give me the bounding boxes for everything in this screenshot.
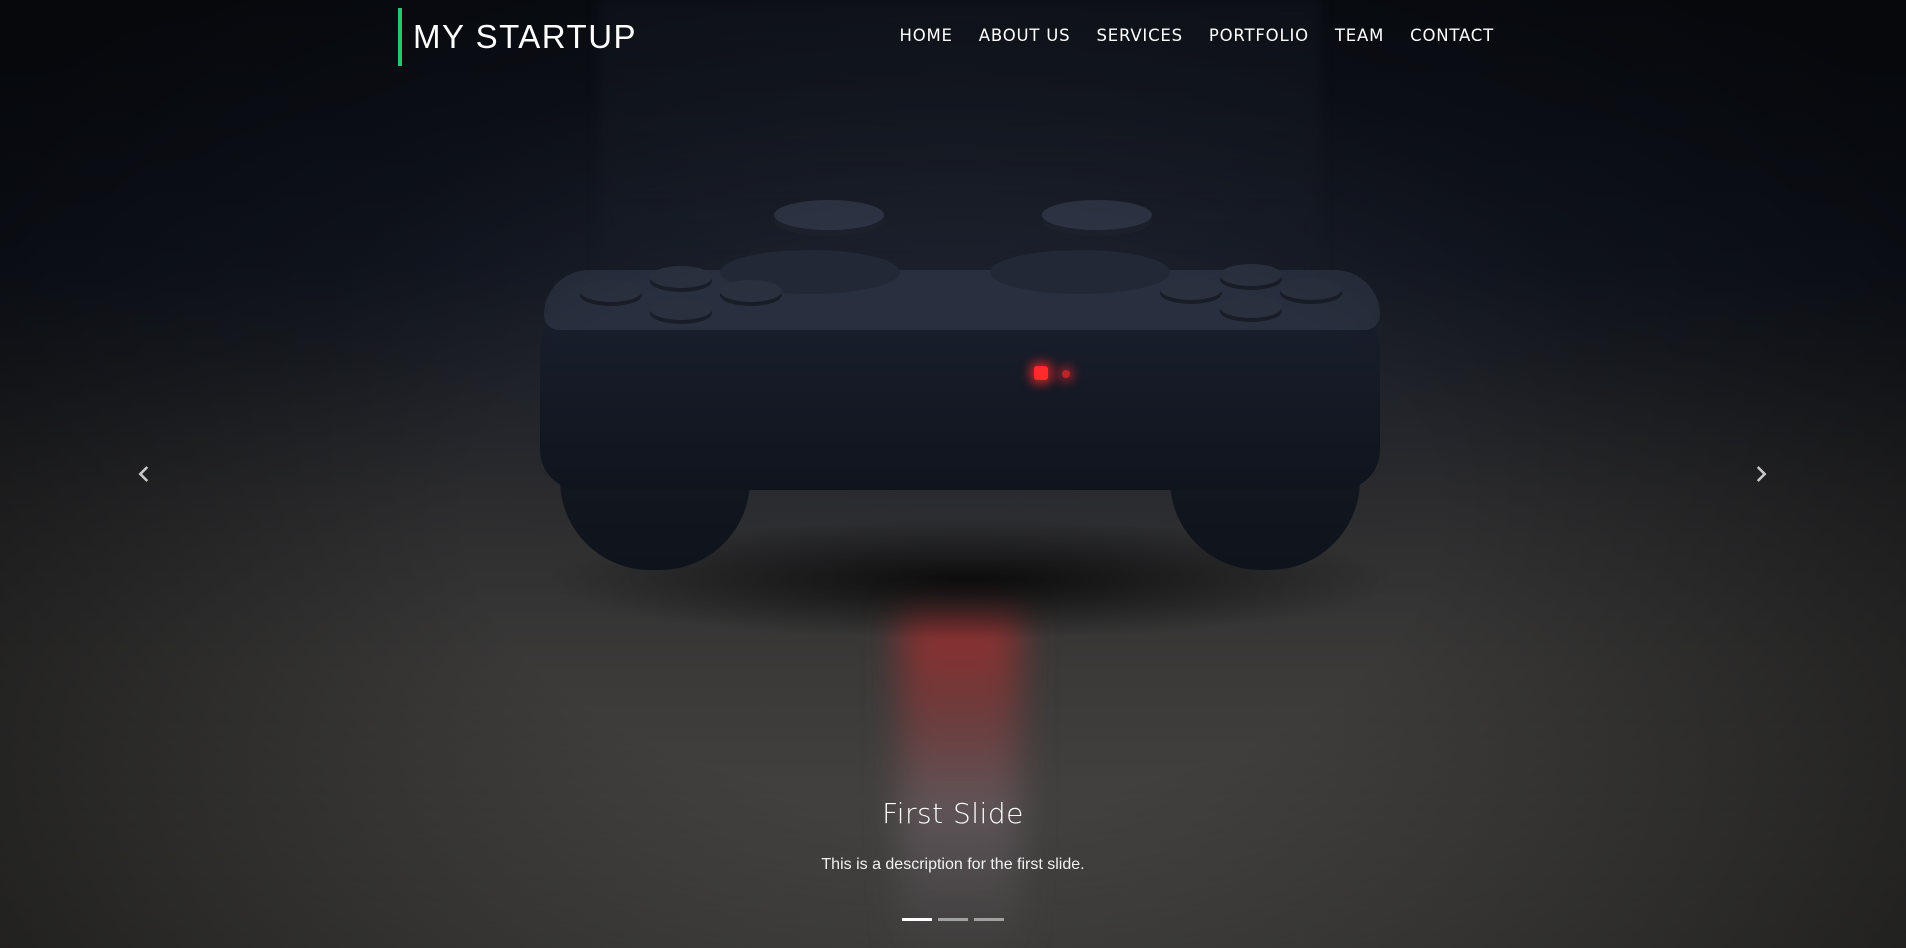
chevron-left-icon [138,466,149,482]
slide-title: First Slide [882,797,1024,830]
carousel-indicator-1[interactable] [902,918,932,921]
carousel-prev-button[interactable] [131,462,155,486]
nav-home[interactable]: HOME [900,24,953,48]
chevron-right-icon [1756,466,1767,482]
main-navigation: HOME ABOUT US SERVICES PORTFOLIO TEAM CO… [900,24,1494,48]
carousel-indicator-2[interactable] [938,918,968,921]
carousel-indicator-3[interactable] [974,918,1004,921]
nav-team[interactable]: TEAM [1335,24,1384,48]
nav-contact[interactable]: CONTACT [1410,24,1494,48]
site-header: MY STARTUP HOME ABOUT US SERVICES PORTFO… [0,0,1906,72]
slide-description: This is a description for the first slid… [821,856,1085,873]
brand-logo[interactable]: MY STARTUP [398,8,637,66]
nav-services[interactable]: SERVICES [1096,24,1182,48]
nav-about-us[interactable]: ABOUT US [979,24,1071,48]
carousel-indicators [902,918,1004,921]
carousel-next-button[interactable] [1750,462,1774,486]
nav-portfolio[interactable]: PORTFOLIO [1209,24,1309,48]
